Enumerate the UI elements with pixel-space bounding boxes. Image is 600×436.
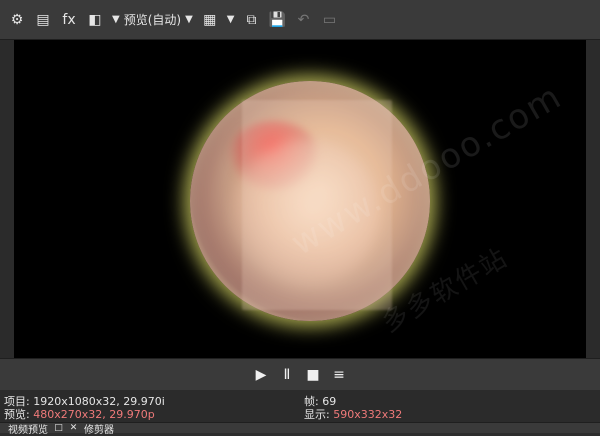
bottom-tabs: 视频预览 □ ✕ 修剪器 (0, 421, 600, 436)
device-output-icon[interactable]: ▤ (34, 11, 52, 29)
frame-key: 帧: (304, 395, 319, 408)
play-icon[interactable]: ▶ (254, 367, 268, 383)
project-key: 项目: (4, 395, 30, 408)
transport-controls: ▶ Ⅱ ■ ≡ (0, 358, 600, 392)
tab-video-preview[interactable]: 视频预览 (8, 421, 48, 436)
close-icon[interactable]: ✕ (69, 423, 78, 433)
chevron-down-icon: ▼ (185, 14, 193, 25)
info-left: 项目: 1920x1080x32, 29.970i 预览: 480x270x32… (4, 395, 165, 421)
menu-icon[interactable]: ≡ (332, 367, 346, 383)
settings-gear-icon[interactable]: ⚙ (8, 11, 26, 29)
preview-toolbar: ⚙ ▤ fx ◧ ▼ 预览(自动) ▼ ▦ ▼ ⧉ 💾 ↶ ▭ (0, 0, 600, 40)
float-window-icon[interactable]: □ (54, 423, 63, 433)
copy-snapshot-icon[interactable]: ⧉ (242, 11, 260, 29)
external-monitor-icon[interactable]: ▭ (320, 11, 338, 29)
stop-icon[interactable]: ■ (306, 367, 320, 383)
project-value: 1920x1080x32, 29.970i (33, 395, 165, 408)
preview-info: 项目: 1920x1080x32, 29.970i 预览: 480x270x32… (0, 390, 600, 422)
save-snapshot-icon[interactable]: 💾 (268, 11, 286, 29)
frame-value: 69 (322, 395, 337, 408)
chevron-down-icon[interactable]: ▼ (227, 14, 235, 25)
chevron-down-icon: ▼ (112, 14, 120, 25)
info-right: 帧: 69 显示: 590x332x32 (304, 395, 402, 421)
preview-quality-dropdown[interactable]: ▼ 预览(自动) ▼ (112, 11, 193, 28)
video-preview-canvas[interactable]: www.ddooo.com 多多软件站 (14, 40, 586, 358)
preview-pane: www.ddooo.com 多多软件站 (0, 40, 600, 358)
display-key: 显示: (304, 408, 330, 421)
split-screen-icon[interactable]: ◧ (86, 11, 104, 29)
undo-icon[interactable]: ↶ (294, 11, 312, 29)
display-value: 590x332x32 (333, 408, 403, 421)
preview-key: 预览: (4, 408, 30, 421)
effects-fx-icon[interactable]: fx (60, 11, 78, 29)
pause-icon[interactable]: Ⅱ (280, 367, 294, 383)
tab-trimmer[interactable]: 修剪器 (84, 421, 114, 436)
grid-overlay-icon[interactable]: ▦ (201, 11, 219, 29)
preview-quality-label: 预览(自动) (123, 13, 182, 27)
preview-value: 480x270x32, 29.970p (33, 408, 155, 421)
